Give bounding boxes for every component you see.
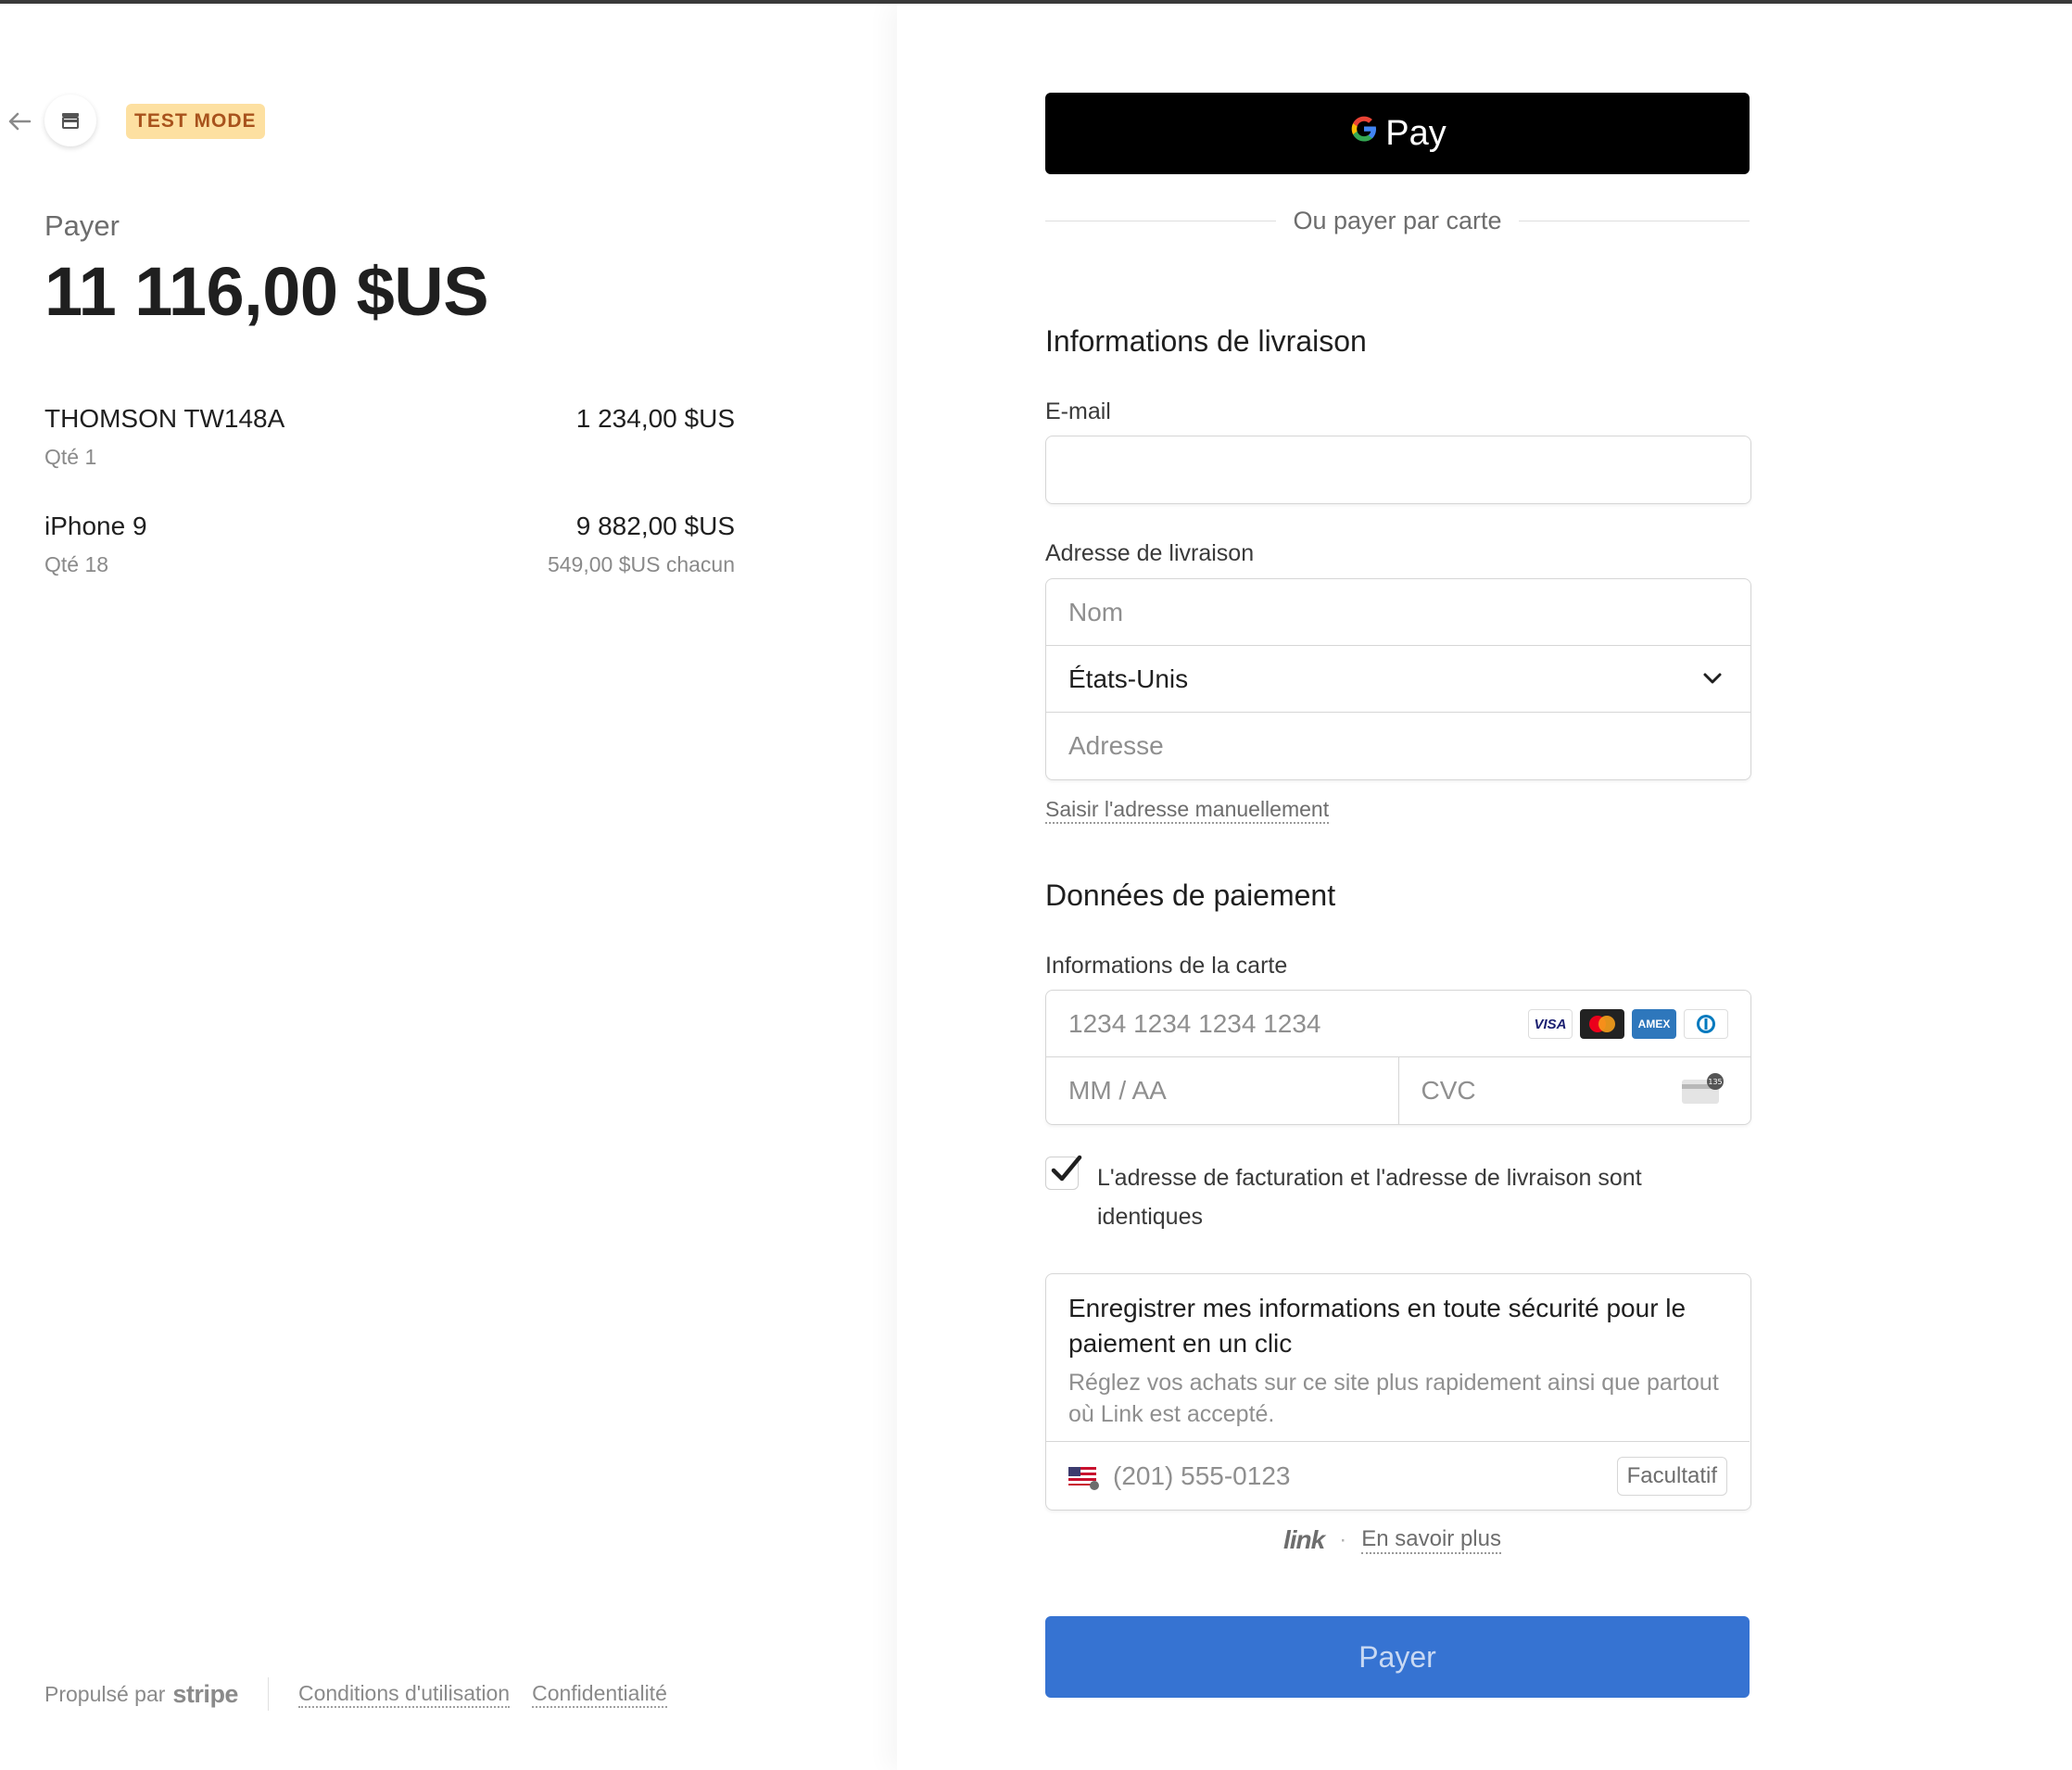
footer-divider xyxy=(267,1677,269,1711)
link-save-description: Réglez vos achats sur ce site plus rapid… xyxy=(1068,1370,1719,1427)
card-number-placeholder: 1234 1234 1234 1234 xyxy=(1068,1008,1321,1038)
item-name: THOMSON TW148A xyxy=(44,404,285,433)
test-mode-badge: TEST MODE xyxy=(126,104,265,139)
phone-placeholder: (201) 555-0123 xyxy=(1113,1460,1291,1490)
stripe-logo[interactable]: stripe xyxy=(172,1680,238,1709)
chevron-down-icon xyxy=(1703,673,1722,684)
optional-badge: Facultatif xyxy=(1616,1457,1727,1496)
diners-icon xyxy=(1684,1009,1728,1039)
phone-field[interactable]: (201) 555-0123 Facultatif xyxy=(1046,1441,1750,1510)
expiry-placeholder: MM / AA xyxy=(1068,1076,1167,1105)
item-price: 9 882,00 $US xyxy=(575,512,735,540)
country-select[interactable]: États-Unis xyxy=(1046,646,1750,713)
item-price: 1 234,00 $US xyxy=(575,404,735,433)
card-info-label: Informations de la carte xyxy=(1045,953,1288,979)
link-logo: link xyxy=(1283,1525,1325,1554)
address-field[interactable]: Adresse xyxy=(1046,713,1750,779)
link-save-box: Enregistrer mes informations en toute sé… xyxy=(1045,1273,1751,1511)
google-g-icon xyxy=(1348,113,1380,154)
pay-label: Payer xyxy=(44,209,120,242)
same-address-checkbox[interactable] xyxy=(1045,1155,1082,1190)
learn-more-link[interactable]: En savoir plus xyxy=(1361,1526,1501,1554)
store-icon[interactable] xyxy=(44,95,96,146)
card-number-field[interactable]: 1234 1234 1234 1234 VISA AMEX xyxy=(1046,991,1750,1057)
card-brand-logos: VISA AMEX xyxy=(1528,1009,1728,1039)
pay-button[interactable]: Payer xyxy=(1045,1616,1750,1698)
cvc-field[interactable]: CVC 135 xyxy=(1397,1057,1751,1124)
cvc-card-icon: 135 xyxy=(1682,1073,1724,1104)
same-address-label[interactable]: L'adresse de facturation et l'adresse de… xyxy=(1097,1158,1746,1236)
privacy-link[interactable]: Confidentialité xyxy=(532,1681,667,1708)
card-info-group: 1234 1234 1234 1234 VISA AMEX MM / AA CV… xyxy=(1045,990,1751,1125)
google-pay-label: Pay xyxy=(1385,113,1447,153)
name-placeholder: Nom xyxy=(1068,597,1124,626)
payment-section-title: Données de paiement xyxy=(1045,879,1336,912)
or-pay-by-card-text: Ou payer par carte xyxy=(1293,206,1502,234)
amex-icon: AMEX xyxy=(1632,1009,1676,1039)
terms-link[interactable]: Conditions d'utilisation xyxy=(297,1681,511,1708)
or-divider: Ou payer par carte xyxy=(1045,204,1750,237)
google-pay-button[interactable]: Pay xyxy=(1045,93,1750,174)
cvc-placeholder: CVC xyxy=(1421,1076,1476,1105)
expiry-field[interactable]: MM / AA xyxy=(1046,1057,1398,1124)
shipping-address-group: Nom États-Unis Adresse xyxy=(1045,578,1751,780)
total-amount: 11 116,00 $US xyxy=(44,253,489,330)
dot-separator: · xyxy=(1339,1527,1347,1552)
item-unit-price: 549,00 $US chacun xyxy=(547,552,735,576)
footer: Propulsé par stripe Conditions d'utilisa… xyxy=(44,1677,689,1711)
name-field[interactable]: Nom xyxy=(1046,579,1750,646)
item-name: iPhone 9 xyxy=(44,512,147,540)
shipping-section-title: Informations de livraison xyxy=(1045,324,1367,358)
email-field[interactable] xyxy=(1045,436,1751,504)
checkmark-icon xyxy=(1051,1155,1082,1182)
link-save-title: Enregistrer mes informations en toute sé… xyxy=(1068,1294,1687,1358)
item-quantity: Qté 1 xyxy=(44,445,97,469)
shipping-address-label: Adresse de livraison xyxy=(1045,540,1255,566)
visa-icon: VISA xyxy=(1528,1009,1573,1039)
address-placeholder: Adresse xyxy=(1068,731,1164,760)
country-value: États-Unis xyxy=(1068,664,1189,693)
svg-text:135: 135 xyxy=(1708,1078,1722,1086)
link-footer: link · En savoir plus xyxy=(1283,1525,1501,1555)
order-summary-panel: TEST MODE Payer 11 116,00 $US THOMSON TW… xyxy=(0,4,897,1770)
powered-by-text: Propulsé par xyxy=(44,1681,166,1706)
email-label: E-mail xyxy=(1045,398,1111,424)
mastercard-icon xyxy=(1580,1009,1624,1039)
manual-address-link[interactable]: Saisir l'adresse manuellement xyxy=(1045,797,1330,824)
expiry-cvc-row: MM / AA CVC 135 xyxy=(1046,1057,1750,1124)
us-flag-icon[interactable] xyxy=(1068,1465,1100,1490)
back-arrow-icon[interactable] xyxy=(6,107,33,135)
item-quantity: Qté 18 xyxy=(44,552,109,576)
